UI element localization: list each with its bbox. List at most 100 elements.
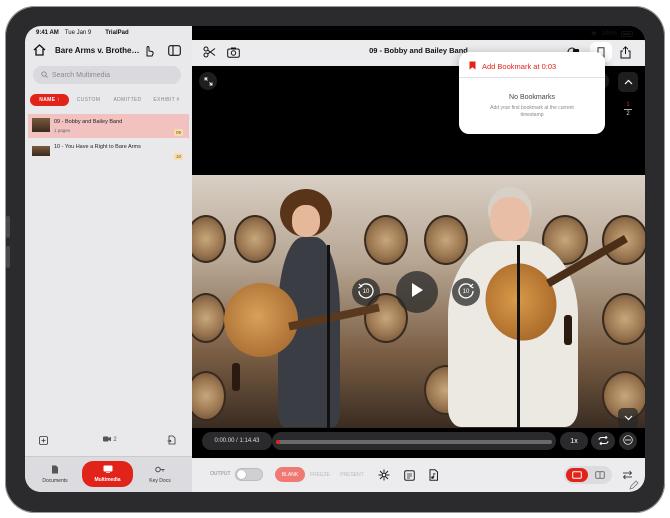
- key-docs-icon: [155, 465, 165, 476]
- document-icon: [51, 465, 59, 476]
- sidebar-footer: 2: [25, 432, 192, 448]
- barrel: [192, 293, 226, 343]
- sort-tab-exhibit[interactable]: EXHIBIT #: [147, 94, 186, 106]
- tab-documents-label: Documents: [42, 477, 68, 484]
- barrel: [192, 371, 226, 421]
- add-bookmark-label: Add Bookmark at 0:03: [482, 62, 557, 71]
- laser-pointer-icon[interactable]: [377, 468, 391, 482]
- freeze-button[interactable]: FREEZE: [308, 467, 332, 482]
- seek-bar-container: [272, 432, 556, 450]
- barrel: [192, 215, 226, 263]
- seek-bar[interactable]: [276, 440, 552, 444]
- hand-pointer-icon[interactable]: [142, 43, 156, 57]
- skip-back-seconds: 10: [362, 289, 370, 295]
- import-icon[interactable]: [165, 434, 177, 446]
- file-title: 09 - Bobby and Bailey Band: [54, 119, 123, 125]
- seek-progress: [276, 440, 281, 444]
- barrel: [234, 215, 276, 263]
- list-item[interactable]: 10 - You Have a Right to Bare Arms 10: [28, 139, 189, 163]
- tab-key-docs[interactable]: Key Docs: [137, 461, 183, 487]
- page-up-icon[interactable]: [618, 72, 638, 92]
- volume-up-button: [6, 216, 10, 238]
- beer-bottle: [232, 363, 240, 391]
- no-bookmarks-subtitle: Add your first bookmark at the current t…: [490, 105, 574, 118]
- split-view-icon: [595, 466, 605, 484]
- notes-icon[interactable]: [402, 468, 416, 482]
- skip-forward-button[interactable]: 10: [452, 278, 480, 306]
- tab-multimedia-label: Multimedia: [94, 477, 121, 483]
- status-time: 9:41 AM: [36, 30, 59, 36]
- single-view-icon: [572, 466, 582, 484]
- sort-tab-admitted[interactable]: ADMITTED: [108, 94, 147, 106]
- volume-down-button: [6, 246, 10, 268]
- music-file-icon[interactable]: [426, 468, 440, 482]
- blank-button[interactable]: BLANK: [275, 467, 305, 482]
- fullscreen-icon[interactable]: [199, 72, 217, 90]
- file-title: 10 - You Have a Right to Bare Arms: [54, 144, 141, 150]
- present-button[interactable]: PRESENT: [337, 467, 367, 482]
- status-app: TrialPad: [105, 30, 129, 36]
- bookmark-fill-icon: [469, 61, 476, 72]
- single-view-button[interactable]: [566, 468, 588, 482]
- battery-percent: 100%: [601, 31, 617, 37]
- tab-key-docs-label: Key Docs: [149, 477, 171, 484]
- time-display: 0:00.00 / 1:14.43: [202, 432, 272, 450]
- battery-icon: [621, 31, 633, 37]
- main-panel: 09 - Bobby and Bailey Band 1 2 10 10 0:0…: [192, 26, 645, 492]
- no-bookmarks-title: No Bookmarks: [509, 94, 555, 101]
- playback-controls: 0:00.00 / 1:14.43 1x: [192, 431, 645, 451]
- video-thumbnail: [32, 146, 50, 156]
- sort-tabs: NAME ↑ CUSTOM ADMITTED EXHIBIT #: [30, 94, 188, 106]
- video-frame: 10 10: [192, 175, 645, 428]
- play-icon: [410, 282, 424, 303]
- speed-button[interactable]: 1x: [560, 432, 588, 450]
- video-thumbnail: [32, 118, 50, 132]
- screen: 9:41 AM Tue Jan 9 TrialPad 100% Bare Arm…: [25, 26, 645, 492]
- tab-documents[interactable]: Documents: [32, 461, 78, 487]
- barrel: [424, 215, 468, 265]
- skip-back-button[interactable]: 10: [352, 278, 380, 306]
- skip-forward-seconds: 10: [462, 289, 470, 295]
- exhibit-badge: 10: [173, 153, 183, 160]
- sort-tab-name[interactable]: NAME ↑: [30, 94, 69, 106]
- add-icon[interactable]: [37, 434, 49, 446]
- search-input[interactable]: Search Multimedia: [33, 66, 181, 84]
- beer-bottle: [564, 315, 572, 345]
- split-view-button[interactable]: [591, 468, 609, 482]
- file-subtitle: 1 pages: [54, 128, 71, 133]
- home-icon[interactable]: [32, 43, 46, 57]
- more-button[interactable]: [619, 432, 637, 450]
- add-bookmark-button[interactable]: Add Bookmark at 0:03: [469, 61, 556, 72]
- mic-stand: [517, 245, 520, 428]
- page-current: 1: [626, 101, 630, 108]
- layout-toggle[interactable]: [564, 466, 612, 484]
- sort-tab-custom[interactable]: CUSTOM: [69, 94, 108, 106]
- status-date: Tue Jan 9: [64, 30, 92, 36]
- tv-icon: [103, 465, 113, 475]
- video-count-value: 2: [113, 437, 117, 443]
- sidebar: Bare Arms v. Brothe… Search Multimedia N…: [25, 26, 192, 492]
- output-label: OUTPUT: [210, 471, 231, 477]
- case-title[interactable]: Bare Arms v. Brothe…: [55, 46, 139, 55]
- list-item[interactable]: 09 - Bobby and Bailey Band 1 pages 09: [28, 114, 189, 138]
- exhibit-badge: 09: [173, 129, 183, 136]
- presentation-bar: OUTPUT BLANK FREEZE PRESENT: [192, 458, 645, 492]
- barrel: [602, 293, 645, 345]
- page-total: 2: [626, 110, 630, 117]
- video-count: 2: [98, 434, 122, 446]
- wifi-icon: [590, 30, 598, 38]
- barrel: [364, 215, 408, 265]
- search-placeholder: Search Multimedia: [52, 71, 110, 79]
- popover-divider: [459, 77, 605, 78]
- page-down-icon[interactable]: [618, 408, 638, 428]
- sidebar-toggle-icon[interactable]: [167, 43, 181, 57]
- mic-stand: [327, 245, 330, 428]
- performer-face: [490, 197, 530, 241]
- output-toggle[interactable]: [235, 468, 263, 481]
- loop-button[interactable]: [591, 432, 615, 450]
- pencil-indicator-icon: [629, 477, 639, 490]
- tab-multimedia[interactable]: Multimedia: [82, 461, 133, 487]
- loop-icon: [598, 432, 609, 450]
- page-indicator-divider: [624, 108, 632, 110]
- play-button[interactable]: [396, 271, 438, 313]
